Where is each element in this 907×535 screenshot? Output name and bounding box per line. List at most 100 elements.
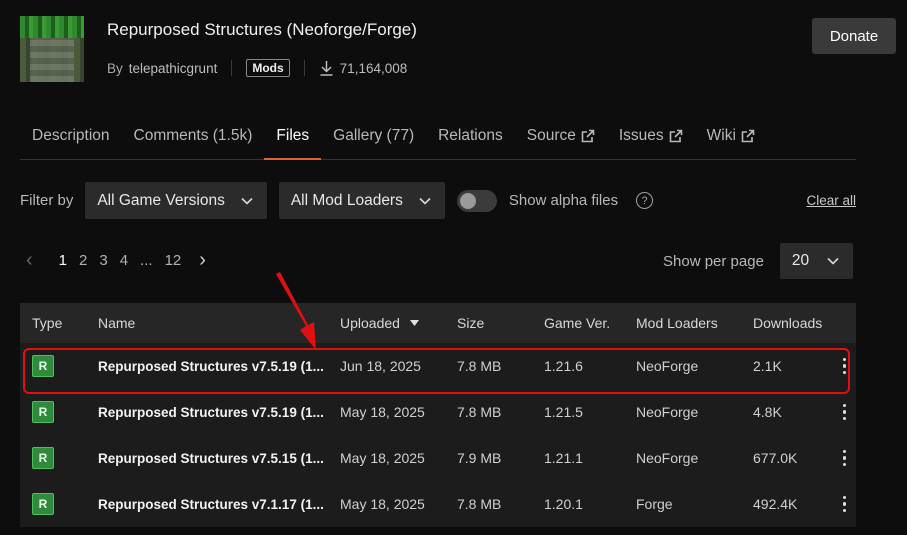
page-3[interactable]: 3 (93, 252, 113, 269)
chevron-down-icon (241, 197, 253, 205)
tab-files[interactable]: Files (264, 119, 321, 160)
prev-page-button[interactable]: ‹ (20, 249, 39, 272)
file-size: 7.8 MB (457, 404, 502, 420)
file-size: 7.8 MB (457, 496, 502, 512)
dropdown-value: All Mod Loaders (290, 191, 403, 209)
file-downloads: 677.0K (753, 450, 798, 466)
file-uploaded: May 18, 2025 (340, 404, 425, 420)
mod-loader-dropdown[interactable]: All Mod Loaders (278, 182, 445, 219)
author-link[interactable]: telepathicgrunt (129, 61, 218, 76)
download-count-value: 71,164,008 (339, 60, 408, 76)
pagination: ‹ 1 2 3 4 ... 12 › (20, 246, 212, 274)
header-downloads[interactable]: Downloads (753, 315, 833, 331)
more-vertical-icon[interactable] (833, 403, 856, 421)
header-uploaded[interactable]: Uploaded (340, 315, 457, 331)
tab-label: Relations (438, 127, 503, 144)
donate-button[interactable]: Donate (812, 18, 896, 54)
help-icon[interactable]: ? (636, 192, 654, 209)
file-size: 7.8 MB (457, 358, 502, 374)
file-game-ver: 1.21.6 (544, 358, 583, 374)
tab-comments[interactable]: Comments (1.5k) (122, 119, 265, 159)
show-alpha-label: Show alpha files (508, 192, 619, 209)
project-thumbnail[interactable] (20, 16, 84, 82)
tab-label: Files (276, 127, 310, 144)
tab-label: Wiki (706, 127, 736, 144)
chevron-down-icon (419, 197, 431, 205)
show-alpha-toggle[interactable] (456, 189, 497, 212)
by-label: By (107, 60, 123, 76)
file-loader: NeoForge (636, 358, 699, 374)
more-vertical-icon[interactable] (833, 357, 856, 375)
table-row[interactable]: R Repurposed Structures v7.5.19 (1... Ju… (20, 343, 856, 389)
file-size: 7.9 MB (457, 450, 502, 466)
tab-label: Gallery (77) (333, 127, 415, 144)
dropdown-value: 20 (791, 252, 810, 269)
page-ellipsis: ... (140, 251, 153, 269)
tab-label: Source (526, 127, 576, 144)
divider (231, 60, 233, 76)
file-name[interactable]: Repurposed Structures v7.5.19 (1... (98, 359, 340, 374)
table-header: Type Name Uploaded Size Game Ver. Mod Lo… (20, 303, 856, 343)
per-page-label: Show per page (663, 252, 764, 270)
release-type-badge: R (32, 493, 54, 515)
external-link-icon (669, 129, 682, 143)
dropdown-value: All Game Versions (97, 191, 225, 209)
release-type-badge: R (32, 401, 54, 423)
header-game-ver[interactable]: Game Ver. (544, 315, 636, 331)
per-page-dropdown[interactable]: 20 (779, 243, 854, 279)
files-table: Type Name Uploaded Size Game Ver. Mod Lo… (20, 303, 856, 527)
external-link-icon (741, 129, 755, 143)
tab-issues[interactable]: Issues (607, 119, 695, 159)
page-4[interactable]: 4 (114, 252, 134, 269)
divider (303, 60, 305, 76)
table-row[interactable]: R Repurposed Structures v7.1.17 (1... Ma… (20, 481, 856, 527)
file-name[interactable]: Repurposed Structures v7.5.15 (1... (98, 451, 340, 466)
filter-label: Filter by (20, 192, 74, 209)
project-title: Repurposed Structures (Neoforge/Forge) (107, 20, 417, 39)
file-name[interactable]: Repurposed Structures v7.5.19 (1... (98, 405, 340, 420)
file-loader: NeoForge (636, 450, 699, 466)
next-page-button[interactable]: › (193, 249, 212, 272)
external-link-icon (581, 129, 595, 143)
project-meta: By telepathicgrunt Mods 71,164,008 (107, 58, 407, 78)
file-uploaded: May 18, 2025 (340, 450, 425, 466)
file-downloads: 2.1K (753, 358, 782, 374)
header-size[interactable]: Size (457, 315, 544, 331)
header-name[interactable]: Name (98, 315, 340, 331)
more-vertical-icon[interactable] (833, 495, 856, 513)
tab-relations[interactable]: Relations (426, 119, 515, 159)
download-icon (320, 61, 333, 76)
file-uploaded: Jun 18, 2025 (340, 358, 421, 374)
file-name[interactable]: Repurposed Structures v7.1.17 (1... (98, 497, 340, 512)
game-version-dropdown[interactable]: All Game Versions (85, 182, 267, 219)
page-1[interactable]: 1 (53, 252, 73, 269)
tab-source[interactable]: Source (515, 119, 607, 159)
tab-wiki[interactable]: Wiki (695, 119, 767, 159)
header-mod-loaders: Mod Loaders (636, 315, 718, 331)
tab-label: Issues (618, 127, 664, 144)
file-game-ver: 1.20.1 (544, 496, 583, 512)
file-game-ver: 1.21.1 (544, 450, 583, 466)
tab-label: Description (32, 127, 110, 144)
category-badge[interactable]: Mods (246, 59, 290, 77)
header-type: Type (32, 315, 63, 331)
page-2[interactable]: 2 (73, 252, 93, 269)
file-loader: NeoForge (636, 404, 699, 420)
chevron-down-icon (827, 257, 839, 265)
page-12[interactable]: 12 (159, 252, 188, 269)
release-type-badge: R (32, 355, 54, 377)
more-vertical-icon[interactable] (833, 449, 856, 467)
tab-gallery[interactable]: Gallery (77) (321, 119, 426, 159)
tab-description[interactable]: Description (20, 119, 122, 159)
filter-bar: Filter by All Game Versions All Mod Load… (20, 182, 856, 219)
project-tabs: Description Comments (1.5k) Files Galler… (20, 119, 856, 160)
clear-all-link[interactable]: Clear all (806, 193, 856, 208)
file-downloads: 4.8K (753, 404, 782, 420)
download-count: 71,164,008 (319, 60, 408, 76)
tab-label: Comments (1.5k) (133, 127, 253, 144)
table-row[interactable]: R Repurposed Structures v7.5.19 (1... Ma… (20, 389, 856, 435)
file-uploaded: May 18, 2025 (340, 496, 425, 512)
table-row[interactable]: R Repurposed Structures v7.5.15 (1... Ma… (20, 435, 856, 481)
release-type-badge: R (32, 447, 54, 469)
file-game-ver: 1.21.5 (544, 404, 583, 420)
